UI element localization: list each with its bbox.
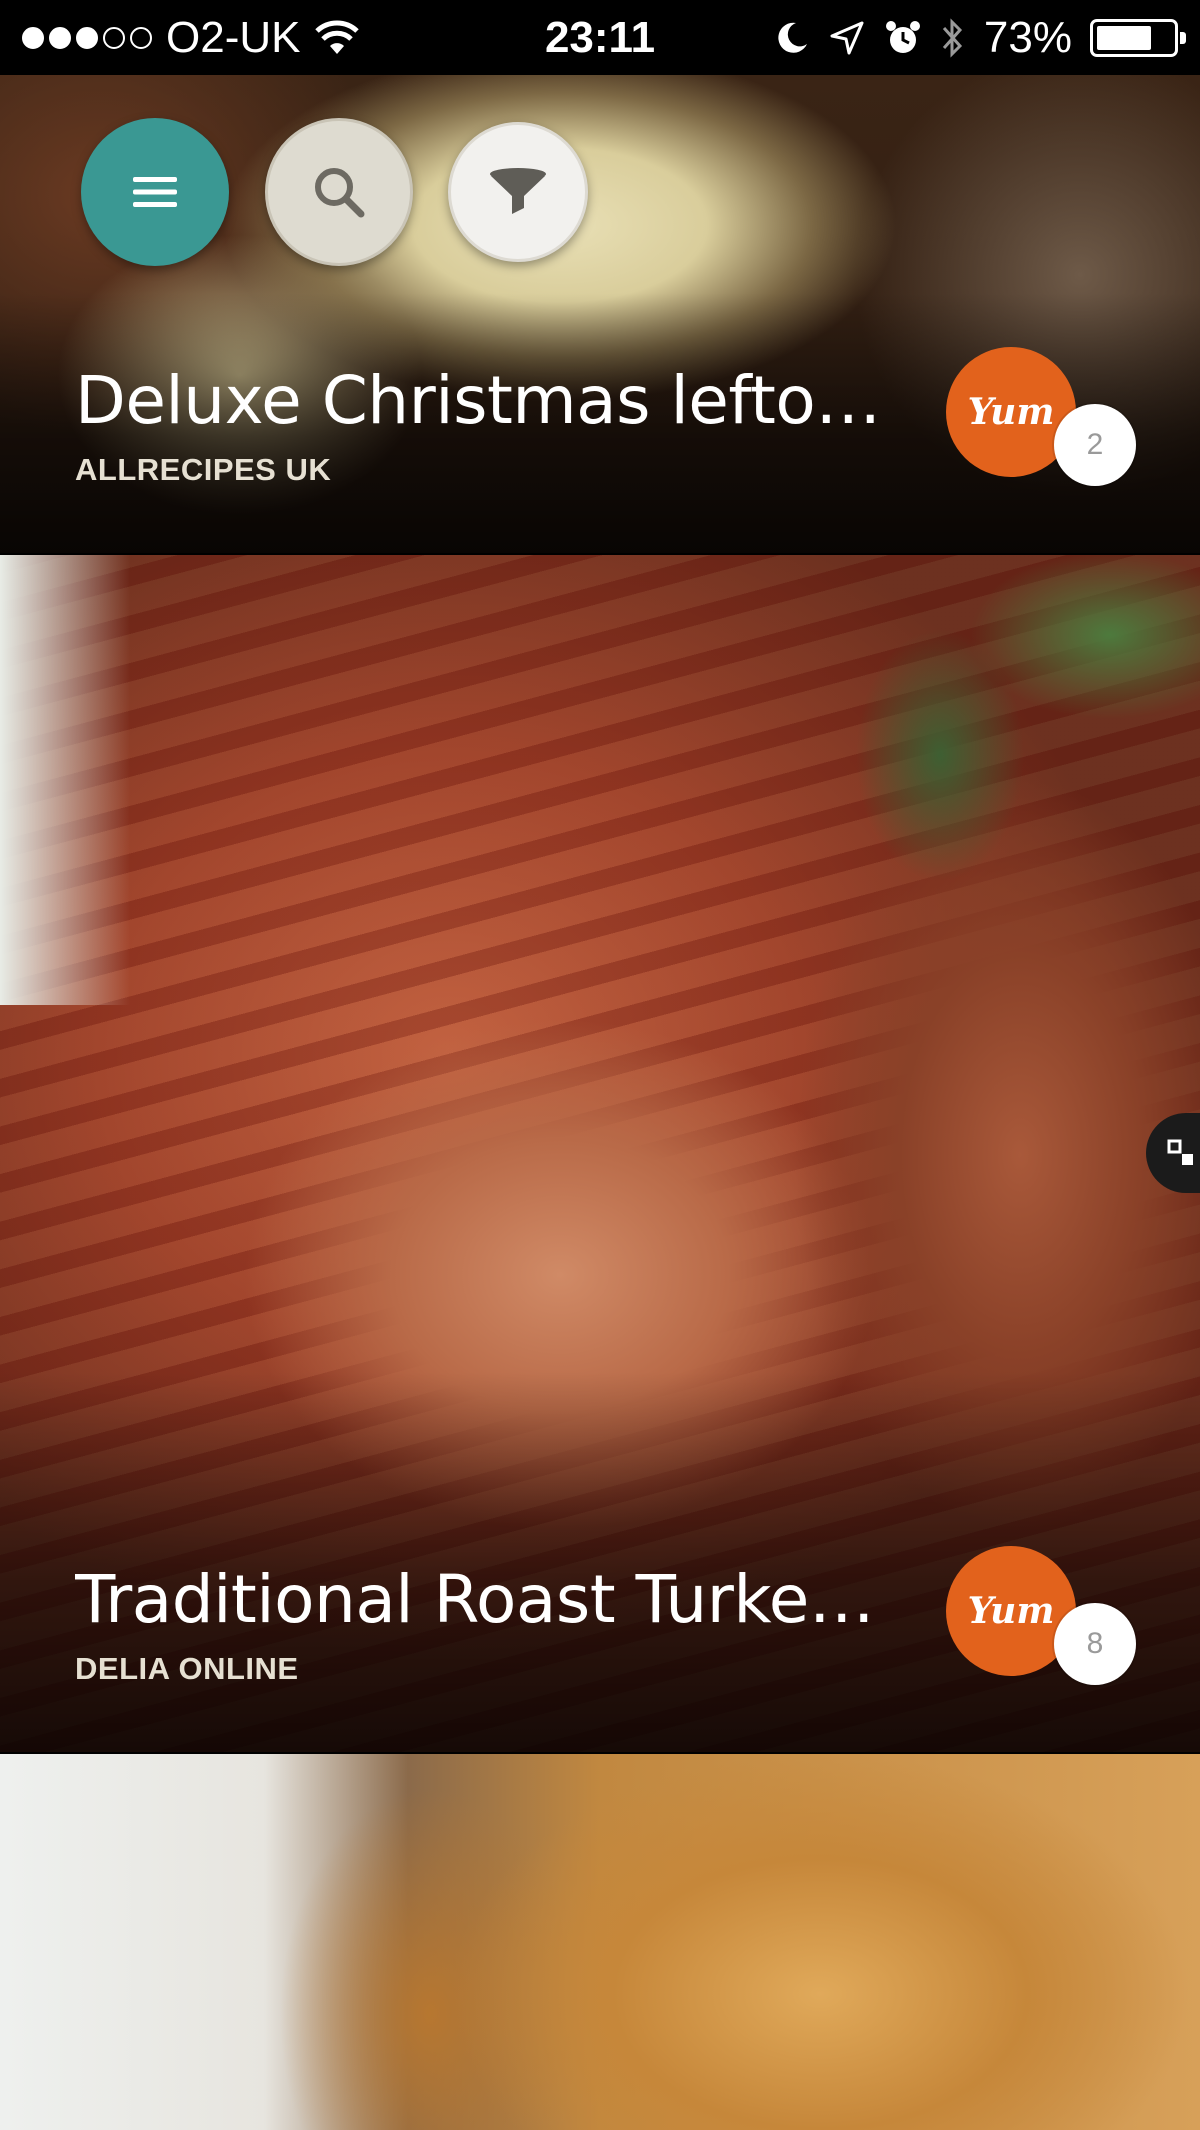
battery-fill	[1097, 25, 1152, 50]
hamburger-menu-icon	[133, 177, 177, 207]
status-right: 73%	[774, 0, 1186, 75]
battery-percent: 73%	[983, 12, 1072, 62]
recipe-photo	[0, 1754, 1200, 2130]
bluetooth-icon	[942, 17, 962, 58]
search-button[interactable]	[265, 118, 413, 266]
recipe-card[interactable]: Traditional Roast Turke… DELIA ONLINE Yu…	[0, 555, 1200, 1752]
recipe-title[interactable]: Traditional Roast Turke…	[75, 1561, 895, 1638]
filter-button[interactable]	[448, 122, 588, 262]
recipe-title[interactable]: Deluxe Christmas lefto…	[75, 362, 895, 439]
collapse-arrows-icon	[1167, 1139, 1193, 1165]
filter-funnel-icon	[490, 168, 546, 214]
menu-button[interactable]	[81, 118, 229, 266]
battery-icon	[1090, 18, 1186, 57]
recipe-source: ALLRECIPES UK	[75, 452, 332, 487]
recipe-source: DELIA ONLINE	[75, 1651, 299, 1686]
yum-count-badge: 8	[1054, 1603, 1136, 1685]
yum-count-badge: 2	[1054, 404, 1136, 486]
location-arrow-icon	[830, 21, 864, 54]
recipe-card[interactable]	[0, 1754, 1200, 2130]
search-icon	[315, 168, 365, 218]
moon-icon	[778, 22, 807, 53]
alarm-icon	[885, 20, 920, 53]
status-bar: O2-UK 23:11 73%	[0, 0, 1200, 75]
